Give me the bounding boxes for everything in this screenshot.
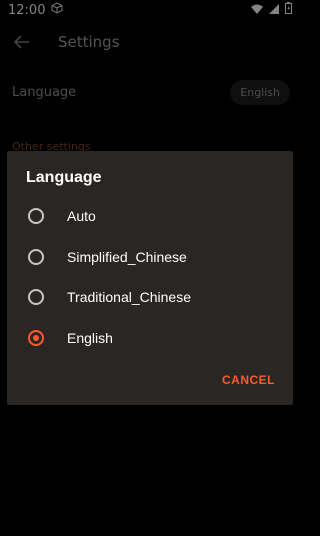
option-label: Traditional_Chinese — [67, 289, 191, 305]
radio-button-icon[interactable] — [28, 208, 44, 224]
option-label: English — [67, 330, 113, 346]
language-option-simplified-chinese[interactable]: Simplified_Chinese — [7, 237, 293, 277]
language-option-english[interactable]: English — [7, 318, 293, 358]
language-option-traditional-chinese[interactable]: Traditional_Chinese — [7, 277, 293, 317]
option-label: Simplified_Chinese — [67, 249, 187, 265]
radio-button-checked-icon[interactable] — [28, 330, 44, 346]
radio-button-icon[interactable] — [28, 289, 44, 305]
option-label: Auto — [67, 208, 96, 224]
language-dialog: Language Auto Simplified_Chinese Traditi… — [7, 151, 293, 405]
radio-button-icon[interactable] — [28, 249, 44, 265]
language-option-auto[interactable]: Auto — [7, 196, 293, 236]
dialog-title: Language — [26, 169, 102, 186]
cancel-button[interactable]: CANCEL — [222, 373, 275, 387]
